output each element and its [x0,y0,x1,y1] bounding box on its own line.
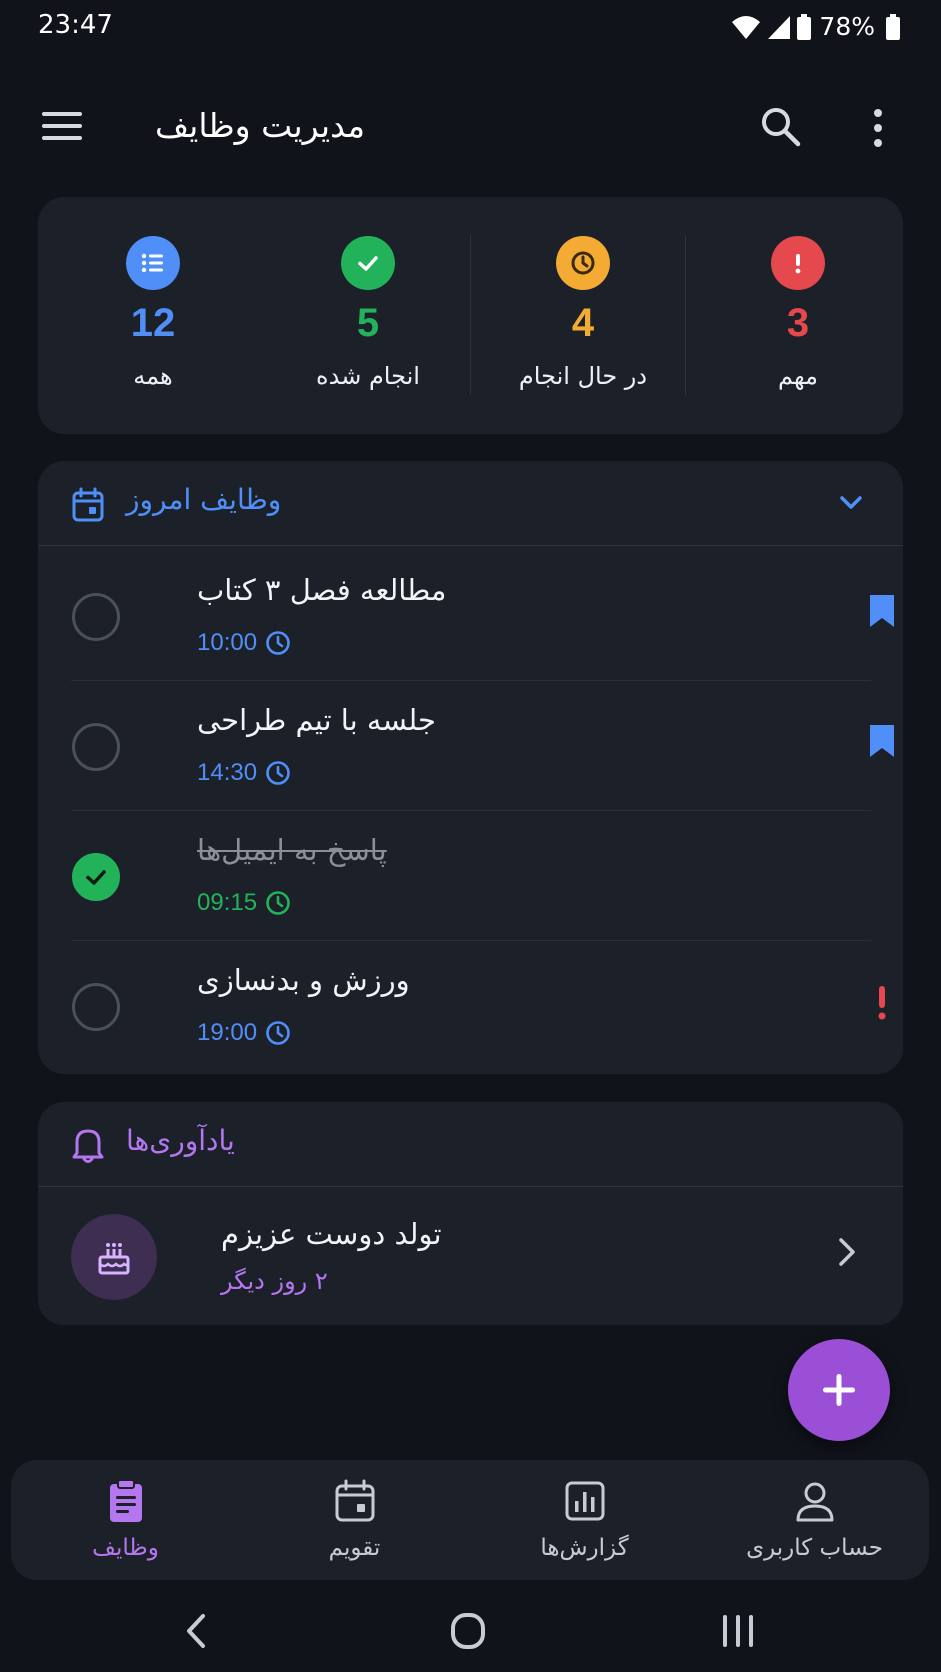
menu-icon[interactable] [40,108,92,152]
chevron-down-icon[interactable] [838,493,864,513]
page-title: مدیریت وظایف [155,106,366,145]
more-vert-icon[interactable] [868,106,904,156]
reminder-item[interactable]: تولد دوست عزیزم ۲ روز دیگر [71,1211,871,1305]
status-time: 23:47 [38,10,113,40]
task-item[interactable]: ورزش و بدنسازی 19:00 [71,941,886,1071]
stat-divider [470,235,471,395]
stat-divider [685,235,686,395]
today-tasks-card: وظایف امروز مطالعه فصل ۳ کتاب 10:00 جلسه… [38,461,903,1074]
stat-label: همه [133,362,173,390]
chevron-right-icon[interactable] [836,1236,858,1268]
nav-label: وظایف [92,1535,159,1561]
clock-icon [265,630,291,656]
list-icon [126,236,180,290]
check-icon [86,870,106,885]
clock-icon [265,890,291,916]
bookmark-icon[interactable] [864,723,904,771]
task-checkbox[interactable] [72,593,120,641]
bookmark-icon[interactable] [864,593,904,641]
task-checkbox-checked[interactable] [72,853,120,901]
task-time-value: 10:00 [197,629,258,656]
battery-level-icon [885,13,901,40]
clock-icon [556,236,610,290]
check-icon [341,236,395,290]
nav-tasks[interactable]: وظایف [11,1460,240,1580]
task-time: 09:15 [197,889,291,917]
section-title: یادآوری‌ها [126,1124,235,1157]
stat-in-progress[interactable]: 4 در حال انجام [475,197,691,434]
plus-icon [823,1374,855,1406]
stat-all[interactable]: 12 همه [45,197,261,434]
system-nav-bar [0,1590,941,1672]
search-icon[interactable] [760,106,810,156]
calendar-icon [332,1478,378,1524]
clock-icon [265,760,291,786]
nav-calendar[interactable]: تقویم [240,1460,469,1580]
stat-value: 12 [130,301,176,345]
task-time: 19:00 [197,1019,291,1047]
task-checkbox[interactable] [72,723,120,771]
battery-percent: 78% [819,12,875,41]
task-time-value: 19:00 [197,1019,258,1046]
nav-reports[interactable]: گزارش‌ها [470,1460,699,1580]
task-title: مطالعه فصل ۳ کتاب [197,573,447,607]
stat-done[interactable]: 5 انجام شده [260,197,476,434]
task-time: 14:30 [197,759,291,787]
home-icon[interactable] [438,1606,498,1656]
nav-label: گزارش‌ها [540,1535,629,1561]
recents-icon[interactable] [709,1606,769,1656]
task-time-value: 14:30 [197,759,258,786]
task-title: پاسخ به ایمیل‌ها [197,833,387,867]
stat-important[interactable]: 3 مهم [690,197,906,434]
nav-label: تقویم [328,1535,381,1561]
task-item[interactable]: پاسخ به ایمیل‌ها 09:15 [71,811,871,941]
stat-label: مهم [778,362,818,390]
task-title: جلسه با تیم طراحی [197,703,436,737]
task-time: 10:00 [197,629,291,657]
calendar-icon [71,487,105,523]
task-checkbox[interactable] [72,983,120,1031]
signal-icon [767,14,791,40]
task-item[interactable]: مطالعه فصل ۳ کتاب 10:00 [71,551,894,681]
clock-icon [265,1020,291,1046]
status-icons: 78% [731,12,901,41]
task-item[interactable]: جلسه با تیم طراحی 14:30 [71,681,894,811]
add-task-button[interactable] [788,1339,890,1441]
reminder-title: تولد دوست عزیزم [221,1217,442,1251]
today-header[interactable]: وظایف امروز [38,461,903,546]
chart-icon [562,1478,608,1524]
stat-label: در حال انجام [518,362,648,390]
section-title: وظایف امروز [126,483,282,516]
status-bar: 23:47 78% [0,0,941,56]
back-icon[interactable] [167,1606,227,1656]
stat-value: 4 [571,301,595,345]
bell-icon [71,1126,105,1164]
cake-icon [71,1214,157,1300]
task-time-value: 09:15 [197,889,258,916]
important-icon[interactable] [864,983,904,1031]
bottom-nav: وظایف تقویم گزارش‌ها حساب کاربری [11,1460,929,1580]
nav-label: حساب کاربری [746,1535,883,1561]
exclamation-icon [771,236,825,290]
task-title: ورزش و بدنسازی [197,963,410,997]
wifi-icon [731,14,761,40]
reminders-card: یادآوری‌ها تولد دوست عزیزم ۲ روز دیگر [38,1102,903,1325]
app-bar: مدیریت وظایف [0,90,941,170]
clipboard-icon [103,1478,149,1524]
stats-card: 12 همه 5 انجام شده 4 در حال انجام 3 مهم [38,197,903,434]
nav-account[interactable]: حساب کاربری [700,1460,929,1580]
user-icon [792,1478,838,1524]
stat-label: انجام شده [316,362,420,390]
battery-icon [797,13,812,40]
stat-value: 3 [786,301,810,345]
reminder-subtitle: ۲ روز دیگر [221,1267,328,1295]
reminders-header[interactable]: یادآوری‌ها [38,1102,903,1187]
stat-value: 5 [356,301,380,345]
